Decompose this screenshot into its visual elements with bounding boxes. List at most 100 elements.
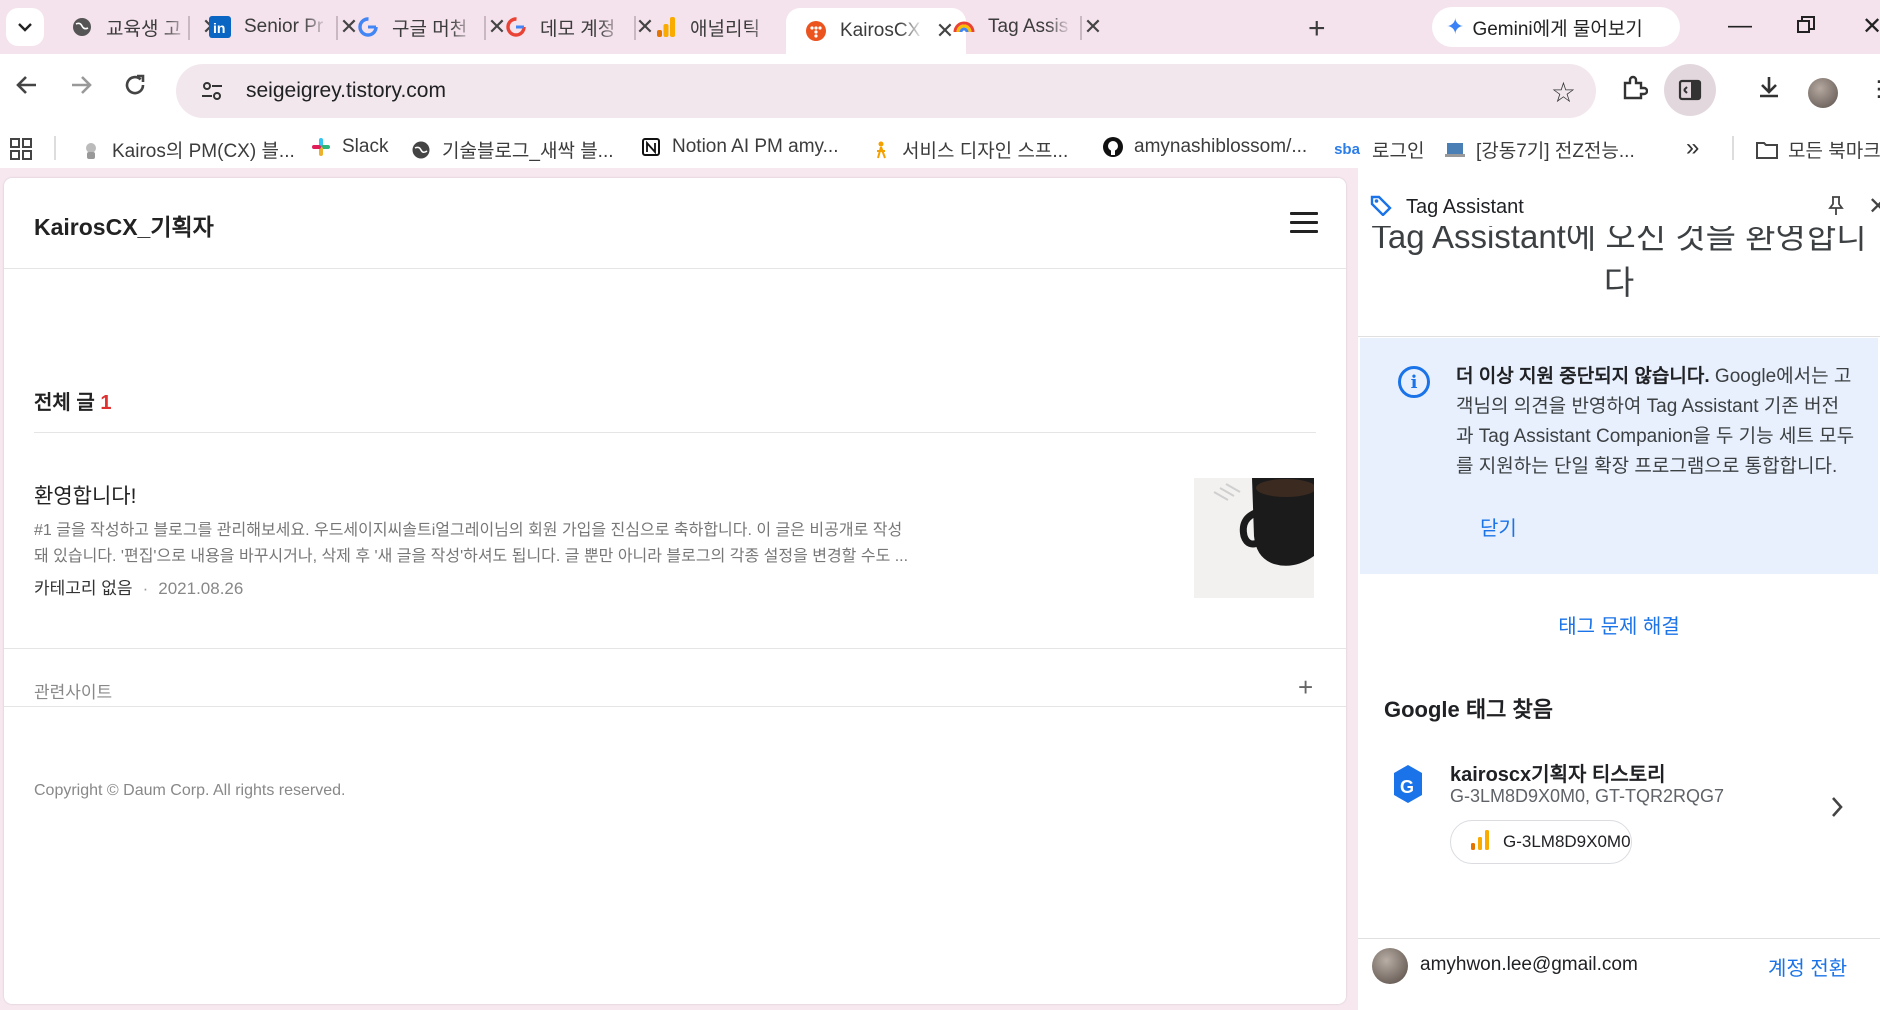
chevron-down-icon (18, 23, 32, 32)
new-tab-button[interactable]: + (1308, 12, 1326, 46)
meta-separator: · (142, 579, 149, 598)
gemini-button[interactable]: ✦ Gemini에게 물어보기 (1432, 7, 1680, 47)
close-icon[interactable]: ✕ (1868, 192, 1880, 221)
tag-id-chip[interactable]: G-3LM8D9X0M0 (1450, 820, 1632, 864)
folder-icon (1756, 139, 1778, 161)
tag-id-chip-label: G-3LM8D9X0M0 (1503, 832, 1631, 851)
tab-title: 구글 머천 (392, 18, 468, 40)
slack-icon (310, 136, 332, 158)
bookmark-label: 기술블로그_새싹 블... (442, 141, 614, 162)
site-info-icon[interactable] (192, 71, 232, 111)
bookmark-item[interactable]: Notion AI PM amy... (640, 136, 838, 158)
bookmarks-bar: Kairos의 PM(CX) 블... Slack 기술블로그_새싹 블... … (0, 128, 1880, 168)
bookmark-item[interactable]: Kairos의 PM(CX) 블... (80, 136, 295, 163)
close-icon[interactable]: ✕ (1082, 14, 1104, 39)
tab-title: Tag Assis (988, 16, 1069, 37)
reload-button[interactable] (122, 72, 148, 105)
account-email: amyhwon.lee@gmail.com (1420, 954, 1638, 975)
post-title[interactable]: 환영합니다! (34, 480, 136, 510)
bookmark-label: Kairos의 PM(CX) 블... (112, 141, 295, 162)
bookmark-item[interactable]: [강동7기] 전Z전능... (1444, 136, 1635, 163)
account-row: amyhwon.lee@gmail.com 계정 전환 (1358, 926, 1880, 1010)
restore-icon (1797, 16, 1815, 33)
menu-kebab-icon[interactable]: ⋮ (1868, 76, 1880, 102)
google-tag-icon: G (1392, 764, 1424, 804)
post-category[interactable]: 카테고리 없음 (34, 579, 133, 598)
service-design-icon (870, 139, 892, 161)
post-excerpt[interactable]: #1 글을 작성하고 블로그를 관리해보세요. 우드세이지씨솔트i얼그레이님의 … (34, 518, 964, 570)
bookmark-item[interactable]: sba 로그인 (1332, 136, 1424, 163)
tag-name[interactable]: kairoscx기획자 티스토리 (1450, 758, 1666, 787)
bookmarks-separator (1732, 136, 1734, 160)
forward-button[interactable] (68, 72, 94, 105)
bookmark-label: Slack (342, 136, 389, 157)
profile-avatar[interactable] (1808, 78, 1838, 108)
side-panel-button[interactable] (1664, 64, 1716, 116)
minimize-button[interactable]: — (1728, 12, 1752, 40)
arrow-left-icon (16, 76, 36, 94)
tag-assistant-icon (952, 15, 976, 39)
bookmark-label: Notion AI PM amy... (672, 136, 839, 157)
tab-7[interactable]: Tag Assis ✕ (934, 8, 1114, 46)
extensions-icon[interactable] (1620, 74, 1649, 109)
download-icon[interactable] (1756, 74, 1782, 107)
chevron-right-icon[interactable] (1828, 794, 1846, 828)
bookmark-item[interactable]: 기술블로그_새싹 블... (410, 136, 614, 163)
divider (4, 648, 1346, 649)
deprecation-notice: i 더 이상 지원 중단되지 않습니다. Google에서는 고객님의 의견을 … (1360, 338, 1878, 574)
copyright-text: Copyright © Daum Corp. All rights reserv… (34, 782, 346, 799)
content-area: KairosCX_기획자 전체 글 1 환영합니다! #1 글을 작성하고 블로… (0, 168, 1880, 1010)
bookmark-item[interactable]: Slack (310, 136, 388, 158)
all-bookmarks-button[interactable]: 모든 북마크 (1756, 136, 1880, 163)
notice-close-link[interactable]: 닫기 (1480, 512, 1517, 541)
bookmark-star-icon[interactable]: ☆ (1551, 76, 1576, 109)
divider (4, 268, 1346, 269)
url-text[interactable]: seigeigrey.tistory.com (246, 79, 446, 103)
related-sites-label[interactable]: 관련사이트 (34, 678, 112, 703)
post-date: 2021.08.26 (158, 579, 244, 598)
bookmark-label: 서비스 디자인 스프... (902, 141, 1069, 162)
troubleshoot-tag-link[interactable]: 태그 문제 해결 (1358, 610, 1880, 639)
bookmarks-overflow-button[interactable]: » (1686, 134, 1699, 162)
found-tags-heading: Google 태그 찾음 (1384, 697, 1553, 722)
welcome-heading: Tag Assistant에 오신 것을 환영합니다 (1371, 226, 1867, 301)
divider (4, 706, 1346, 707)
arrow-right-icon (72, 76, 92, 94)
github-icon (1102, 136, 1124, 158)
bookmarks-separator (54, 136, 56, 160)
gemini-sparkle-icon: ✦ (1446, 14, 1465, 39)
bookmark-item[interactable]: 서비스 디자인 스프... (870, 136, 1068, 163)
blog-title[interactable]: KairosCX_기획자 (34, 208, 214, 242)
apps-grid-icon[interactable] (10, 138, 32, 165)
post-excerpt-line: #1 글을 작성하고 블로그를 관리해보세요. 우드세이지씨솔트i얼그레이님의 … (34, 522, 903, 539)
post-excerpt-line: 돼 있습니다. '편집'으로 내용을 바꾸시거나, 삭제 후 '새 글을 작성'… (34, 548, 909, 565)
restore-button[interactable] (1796, 14, 1816, 42)
svg-text:in: in (213, 20, 225, 36)
notion-icon (640, 136, 662, 158)
gemini-label: Gemini에게 물어보기 (1472, 18, 1643, 40)
notice-bold: 더 이상 지원 중단되지 않습니다. (1456, 366, 1710, 387)
info-icon: i (1398, 366, 1430, 398)
address-bar[interactable]: seigeigrey.tistory.com ☆ (176, 64, 1596, 118)
post-thumbnail[interactable] (1194, 478, 1314, 598)
bookmark-label: amynashiblossom/... (1134, 136, 1308, 157)
tab-title: 애널리틱 (690, 18, 760, 40)
back-button[interactable] (14, 72, 40, 105)
browser-toolbar: seigeigrey.tistory.com ☆ (0, 54, 1880, 128)
post-meta: 카테고리 없음 · 2021.08.26 (34, 574, 243, 599)
tab-search-button[interactable] (6, 8, 44, 46)
tab-title: 교육생 고 (106, 18, 182, 40)
bookmark-label: [강동7기] 전Z전능... (1476, 141, 1635, 162)
close-window-button[interactable]: ✕ (1862, 12, 1880, 41)
side-panel-icon (1678, 79, 1702, 101)
analytics-icon (1471, 829, 1489, 855)
pin-icon[interactable] (1828, 196, 1844, 221)
bookmark-item[interactable]: amynashiblossom/... (1102, 136, 1307, 158)
svg-text:G: G (1400, 777, 1414, 797)
all-bookmarks-label: 모든 북마크 (1788, 141, 1880, 162)
menu-hamburger-icon[interactable] (1290, 212, 1318, 239)
tab-strip: 교육생 고 ✕ in Senior Pr ✕ 구글 머천 ✕ 데모 계정 ✕ 애… (0, 0, 1880, 54)
divider (1358, 336, 1880, 337)
expand-plus-icon[interactable]: + (1298, 672, 1313, 703)
switch-account-link[interactable]: 계정 전환 (1768, 952, 1847, 981)
